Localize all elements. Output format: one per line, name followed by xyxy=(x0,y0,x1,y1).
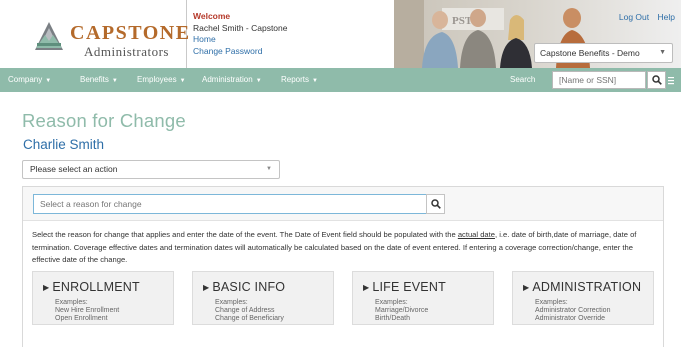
top-links: Log Out Help xyxy=(613,12,675,22)
card-examples: Examples: Change of Address Change of Be… xyxy=(215,299,284,322)
examples-label: Examples: xyxy=(535,299,568,306)
svg-text:PST: PST xyxy=(452,15,473,27)
instructions-text: Select the reason for change that applie… xyxy=(32,229,658,267)
example-item: Birth/Death xyxy=(375,314,411,322)
logo-mark-icon xyxy=(35,22,63,50)
card-basic-info[interactable]: ▶ BASIC INFO Examples: Change of Address … xyxy=(192,271,334,325)
triangle-right-icon: ▶ xyxy=(43,283,50,292)
search-icon xyxy=(651,75,662,85)
example-item: Open Enrollment xyxy=(55,314,108,322)
example-item: Change of Beneficiary xyxy=(215,314,284,322)
header: CAPSTONE Administrators Welcome Rachel S… xyxy=(0,0,681,68)
card-title: ▶ LIFE EVENT xyxy=(363,280,446,294)
logo-name: CAPSTONE xyxy=(70,22,191,44)
current-user: Rachel Smith - Capstone xyxy=(193,22,288,33)
triangle-right-icon: ▶ xyxy=(363,283,370,292)
example-item: Marriage/Divorce xyxy=(375,306,429,314)
nav-item-benefits[interactable]: Benefits ▼ xyxy=(80,75,118,84)
card-title-text: LIFE EVENT xyxy=(372,280,446,294)
nav-item-company[interactable]: Company ▼ xyxy=(8,75,51,84)
caret-down-icon: ▼ xyxy=(45,78,52,84)
chevron-down-icon: ▼ xyxy=(659,49,666,56)
search-input[interactable] xyxy=(552,71,646,89)
triangle-right-icon: ▶ xyxy=(523,283,530,292)
caret-down-icon: ▼ xyxy=(179,78,186,84)
action-select[interactable]: Please select an action ▼ xyxy=(22,160,280,179)
log-out-link[interactable]: Log Out xyxy=(619,12,649,22)
logo-subtitle: Administrators xyxy=(84,44,169,59)
home-link[interactable]: Home xyxy=(193,34,288,46)
search-button[interactable] xyxy=(647,71,666,89)
reason-input[interactable] xyxy=(33,194,427,214)
triangle-right-icon: ▶ xyxy=(203,283,210,292)
company-select-value: Capstone Benefits - Demo xyxy=(540,48,640,58)
caret-down-icon: ▼ xyxy=(111,78,118,84)
reason-panel: Select the reason for change that applie… xyxy=(22,186,664,347)
nav-item-label: Reports xyxy=(281,75,310,84)
card-title: ▶ ADMINISTRATION xyxy=(523,280,641,294)
examples-label: Examples: xyxy=(375,299,408,306)
search-label: Search xyxy=(510,75,536,84)
card-enrollment[interactable]: ▶ ENROLLMENT Examples: New Hire Enrollmen… xyxy=(32,271,174,325)
instructions-part1: Select the reason for change that applie… xyxy=(32,230,458,239)
nav-item-label: Employees xyxy=(137,75,177,84)
example-item: Administrator Correction xyxy=(535,306,611,314)
caret-down-icon: ▼ xyxy=(312,78,318,84)
example-item: Change of Address xyxy=(215,306,275,314)
help-link[interactable]: Help xyxy=(658,12,675,22)
card-examples: Examples: New Hire Enrollment Open Enrol… xyxy=(55,299,119,322)
example-item: New Hire Enrollment xyxy=(55,306,120,314)
nav-item-reports[interactable]: Reports ▼ xyxy=(281,75,318,84)
card-title-text: BASIC INFO xyxy=(212,280,286,294)
company-select[interactable]: Capstone Benefits - Demo ▼ xyxy=(534,43,673,63)
caret-down-icon: ▼ xyxy=(255,78,262,84)
change-password-link[interactable]: Change Password xyxy=(193,46,288,58)
card-title: ▶ ENROLLMENT xyxy=(43,280,140,294)
card-examples: Examples: Marriage/Divorce Birth/Death xyxy=(375,299,428,322)
examples-label: Examples: xyxy=(55,299,88,306)
nav-item-label: Benefits xyxy=(80,75,109,84)
person-name: Charlie Smith xyxy=(23,137,105,152)
card-title-text: ENROLLMENT xyxy=(52,280,140,294)
actual-date-link: actual date xyxy=(457,230,495,239)
nav-item-administration[interactable]: Administration ▼ xyxy=(202,75,262,84)
card-administration[interactable]: ▶ ADMINISTRATION Examples: Administrator … xyxy=(512,271,654,325)
welcome-block: Welcome Rachel Smith - Capstone Home Cha… xyxy=(193,11,288,57)
example-item: Administrator Override xyxy=(535,314,606,322)
action-select-value: Please select an action xyxy=(30,164,118,174)
card-examples: Examples: Administrator Correction Admin… xyxy=(535,299,610,322)
examples-label: Examples: xyxy=(215,299,248,306)
page-title: Reason for Change xyxy=(22,110,186,131)
nav-item-label: Company xyxy=(8,75,43,84)
card-life-event[interactable]: ▶ LIFE EVENT Examples: Marriage/Divorce B… xyxy=(352,271,494,325)
search-icon xyxy=(430,199,441,209)
reason-search-button[interactable] xyxy=(426,194,445,214)
chevron-down-icon: ▼ xyxy=(266,166,272,172)
menu-toggle-icon[interactable] xyxy=(668,74,676,86)
nav-item-employees[interactable]: Employees ▼ xyxy=(137,75,186,84)
card-title-text: ADMINISTRATION xyxy=(532,280,642,294)
logo[interactable]: CAPSTONE Administrators xyxy=(0,0,189,68)
nav-item-label: Administration xyxy=(202,75,253,84)
card-title: ▶ BASIC INFO xyxy=(203,280,285,294)
reason-search-bar xyxy=(23,187,663,221)
welcome-title: Welcome xyxy=(193,11,231,21)
